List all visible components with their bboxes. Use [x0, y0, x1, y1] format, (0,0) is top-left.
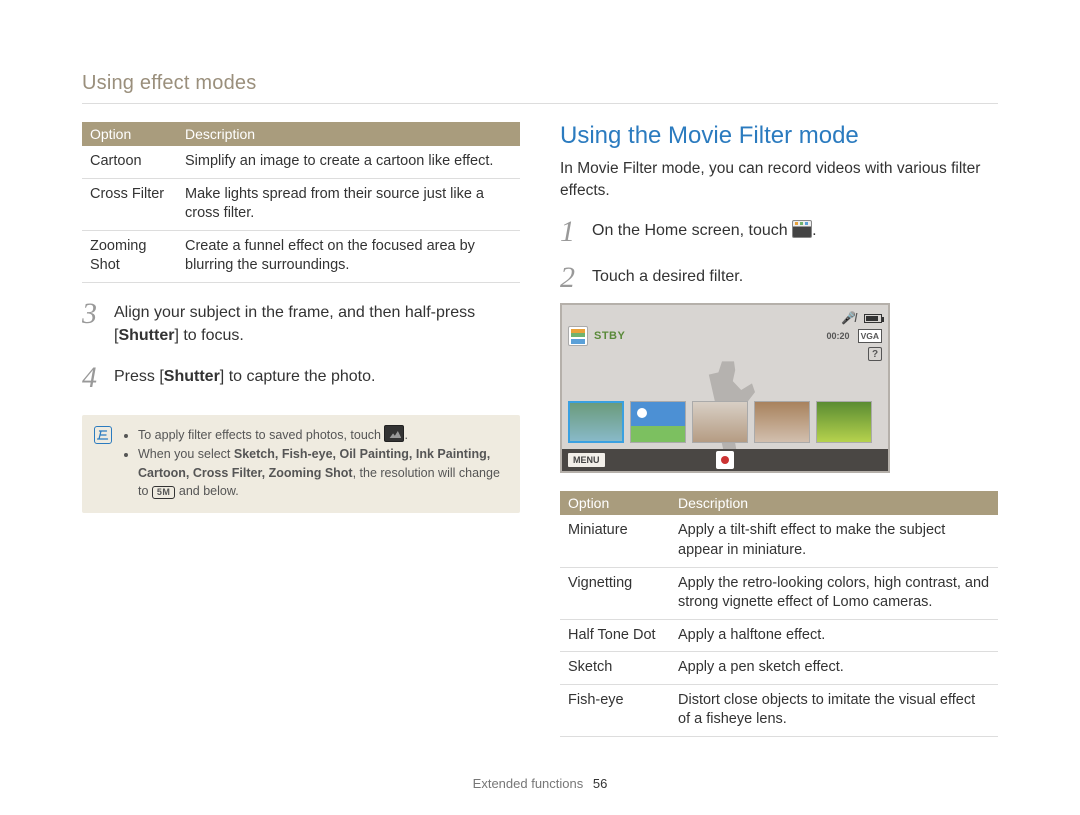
- mic-off-icon: 🎤̸: [841, 311, 856, 325]
- cell-description: Distort close objects to imitate the vis…: [670, 684, 998, 736]
- page-number: 56: [593, 776, 607, 791]
- cell-option: Cartoon: [82, 146, 177, 178]
- cell-option: Vignetting: [560, 567, 670, 619]
- table-row: Fish-eye Distort close objects to imitat…: [560, 684, 998, 736]
- cell-option: Miniature: [560, 515, 670, 567]
- section-heading: Using the Movie Filter mode: [560, 122, 998, 150]
- step-text: On the Home screen, touch .: [592, 217, 998, 247]
- cell-description: Make lights spread from their source jus…: [177, 178, 520, 230]
- lcd-topbar: STBY 🎤̸ 00:20 VGA ?: [568, 311, 882, 361]
- step-number: 2: [560, 263, 582, 293]
- step-number: 3: [82, 299, 104, 347]
- footer-section: Extended functions: [473, 776, 584, 791]
- note-box: To apply filter effects to saved photos,…: [82, 415, 520, 513]
- filter-thumb[interactable]: [816, 401, 872, 443]
- table-header-option: Option: [560, 491, 670, 515]
- lcd-bottombar: MENU: [562, 449, 888, 471]
- shutter-label: Shutter: [164, 368, 220, 385]
- help-icon: ?: [868, 347, 882, 361]
- cell-description: Apply a pen sketch effect.: [670, 652, 998, 685]
- table-header-description: Description: [177, 122, 520, 146]
- cell-description: Create a funnel effect on the focused ar…: [177, 230, 520, 282]
- menu-button[interactable]: MENU: [568, 453, 605, 467]
- table-header-option: Option: [82, 122, 177, 146]
- cell-option: Half Tone Dot: [560, 619, 670, 652]
- step-text: Touch a desired filter.: [592, 263, 998, 293]
- step-text: Press [Shutter] to capture the photo.: [114, 363, 520, 393]
- step-2: 2 Touch a desired filter.: [560, 263, 998, 293]
- text: .: [812, 222, 816, 239]
- text: Press [: [114, 368, 164, 385]
- text: and below.: [175, 484, 238, 498]
- filter-thumb-selected[interactable]: [568, 401, 624, 443]
- lcd-status-icons: 🎤̸ 00:20 VGA ?: [827, 311, 882, 361]
- standby-indicator: STBY: [568, 326, 625, 346]
- step-3: 3 Align your subject in the frame, and t…: [82, 299, 520, 347]
- table-row: Vignetting Apply the retro-looking color…: [560, 567, 998, 619]
- table-row: Miniature Apply a tilt-shift effect to m…: [560, 515, 998, 567]
- step-text: Align your subject in the frame, and the…: [114, 299, 520, 347]
- cell-option: Sketch: [560, 652, 670, 685]
- text: To apply filter effects to saved photos,…: [138, 428, 384, 442]
- resolution-5m-badge: 5M: [152, 486, 176, 499]
- cell-description: Apply a halftone effect.: [670, 619, 998, 652]
- cell-option: Zooming Shot: [82, 230, 177, 282]
- movie-filter-app-icon: [792, 220, 812, 238]
- shutter-label: Shutter: [118, 327, 174, 344]
- record-button[interactable]: [716, 451, 734, 469]
- cell-option: Fish-eye: [560, 684, 670, 736]
- filter-table-right: Option Description Miniature Apply a til…: [560, 491, 998, 737]
- breadcrumb: Using effect modes: [82, 72, 998, 104]
- table-row: Cross Filter Make lights spread from the…: [82, 178, 520, 230]
- text: On the Home screen, touch: [592, 222, 792, 239]
- table-row: Sketch Apply a pen sketch effect.: [560, 652, 998, 685]
- text: When you select: [138, 447, 234, 461]
- left-column: Option Description Cartoon Simplify an i…: [82, 122, 520, 737]
- cell-description: Simplify an image to create a cartoon li…: [177, 146, 520, 178]
- battery-icon: [864, 314, 882, 323]
- two-column-layout: Option Description Cartoon Simplify an i…: [82, 122, 998, 737]
- gallery-icon: [384, 425, 404, 442]
- note-icon: [94, 426, 112, 444]
- table-row: Cartoon Simplify an image to create a ca…: [82, 146, 520, 178]
- step-4: 4 Press [Shutter] to capture the photo.: [82, 363, 520, 393]
- text: ] to capture the photo.: [220, 368, 376, 385]
- filter-thumb[interactable]: [630, 401, 686, 443]
- filter-thumbnails: [568, 401, 882, 443]
- filter-thumb[interactable]: [754, 401, 810, 443]
- note-item: When you select Sketch, Fish-eye, Oil Pa…: [138, 445, 508, 501]
- page-footer: Extended functions 56: [0, 776, 1080, 791]
- cell-option: Cross Filter: [82, 178, 177, 230]
- intro-text: In Movie Filter mode, you can record vid…: [560, 158, 998, 201]
- right-column: Using the Movie Filter mode In Movie Fil…: [560, 122, 998, 737]
- step-number: 1: [560, 217, 582, 247]
- step-1: 1 On the Home screen, touch .: [560, 217, 998, 247]
- cell-description: Apply a tilt-shift effect to make the su…: [670, 515, 998, 567]
- cell-description: Apply the retro-looking colors, high con…: [670, 567, 998, 619]
- manual-page: Using effect modes Option Description Ca…: [0, 0, 1080, 815]
- filter-thumb[interactable]: [692, 401, 748, 443]
- step-number: 4: [82, 363, 104, 393]
- time-counter: 00:20: [827, 331, 850, 341]
- stby-label: STBY: [594, 330, 625, 342]
- table-row: Zooming Shot Create a funnel effect on t…: [82, 230, 520, 282]
- vga-badge: VGA: [858, 329, 882, 343]
- note-item: To apply filter effects to saved photos,…: [138, 425, 508, 445]
- film-mode-icon: [568, 326, 588, 346]
- table-header-description: Description: [670, 491, 998, 515]
- note-list: To apply filter effects to saved photos,…: [122, 425, 508, 501]
- filter-table-left: Option Description Cartoon Simplify an i…: [82, 122, 520, 283]
- camera-lcd-screenshot: STBY 🎤̸ 00:20 VGA ?: [560, 303, 890, 473]
- text: .: [404, 428, 407, 442]
- text: ] to focus.: [174, 327, 243, 344]
- table-row: Half Tone Dot Apply a halftone effect.: [560, 619, 998, 652]
